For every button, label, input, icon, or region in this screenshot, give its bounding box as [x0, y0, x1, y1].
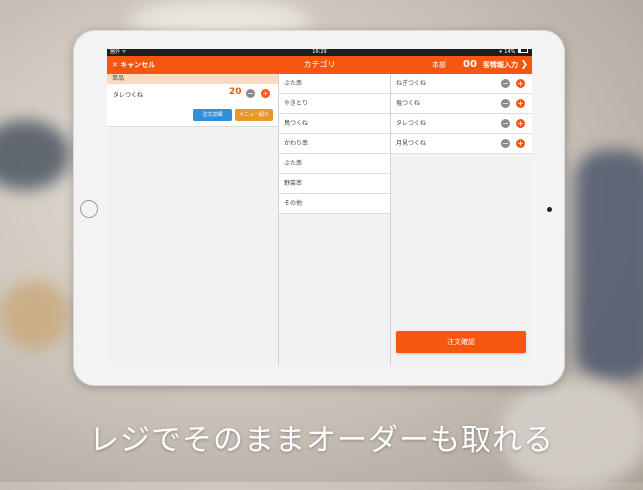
category-item[interactable]: ぶた串 — [279, 154, 390, 174]
close-icon: ✕ — [112, 61, 118, 69]
order-panel: 単品 タレつくね 20 − + 注文詳細 メニュー紹介 — [107, 74, 279, 366]
guest-info-label: 客情報入力 — [483, 61, 519, 69]
cancel-button[interactable]: ✕ キャンセル — [112, 56, 155, 74]
battery-icon — [518, 49, 528, 53]
order-detail-button[interactable]: 注文詳細 — [193, 109, 232, 121]
minus-circle-icon[interactable]: − — [501, 99, 510, 108]
battery-label: ∗ 14% — [498, 49, 516, 55]
background-blur — [0, 120, 70, 190]
menu-detail-button[interactable]: メニュー紹介 — [235, 109, 273, 121]
minus-circle-icon[interactable]: − — [246, 89, 255, 98]
main-content: 単品 タレつくね 20 − + 注文詳細 メニュー紹介 ぶた串 やきとり 鳥つく… — [107, 74, 532, 366]
category-list: ぶた串 やきとり 鳥つくね かわり串 ぶた串 野菜串 その他 — [279, 74, 391, 366]
battery-status: ∗ 14% — [498, 49, 528, 56]
tablet-device: 圏外 ᯤ 16:29 ∗ 14% ✕ キャンセル カテゴリ 本部 00 客情報入… — [73, 30, 565, 386]
status-bar: 圏外 ᯤ 16:29 ∗ 14% — [107, 49, 532, 56]
order-confirm-button[interactable]: 注文確認 — [396, 331, 526, 353]
minus-circle-icon[interactable]: − — [501, 139, 510, 148]
menu-item[interactable]: 塩つくね − + — [391, 94, 532, 114]
order-section-header: 単品 — [107, 74, 278, 84]
nav-bar: ✕ キャンセル カテゴリ 本部 00 客情報入力 ❯ — [107, 56, 532, 74]
minus-circle-icon[interactable]: − — [501, 79, 510, 88]
menu-item[interactable]: タレつくね − + — [391, 114, 532, 134]
home-button[interactable] — [80, 200, 98, 218]
plus-circle-icon[interactable]: + — [261, 89, 270, 98]
category-item[interactable]: やきとり — [279, 94, 390, 114]
order-quantity: 20 — [229, 87, 242, 97]
menu-item-label: タレつくね — [396, 120, 427, 127]
plus-circle-icon[interactable]: + — [516, 99, 525, 108]
app-screen: 圏外 ᯤ 16:29 ∗ 14% ✕ キャンセル カテゴリ 本部 00 客情報入… — [107, 49, 532, 366]
background-blur — [575, 150, 643, 380]
plus-circle-icon[interactable]: + — [516, 139, 525, 148]
store-label: 本部 — [432, 61, 446, 69]
plus-circle-icon[interactable]: + — [516, 79, 525, 88]
menu-item[interactable]: 月見つくね − + — [391, 134, 532, 154]
menu-item-label: 塩つくね — [396, 100, 421, 107]
order-number: 00 — [463, 59, 477, 70]
background-blur — [0, 280, 70, 350]
promo-caption: レジでそのままオーダーも取れる — [89, 423, 554, 458]
category-item[interactable]: その他 — [279, 194, 390, 214]
cancel-label: キャンセル — [120, 61, 156, 69]
minus-circle-icon[interactable]: − — [501, 119, 510, 128]
camera-icon — [547, 207, 552, 212]
menu-item-label: 月見つくね — [396, 140, 427, 147]
order-item-name: タレつくね — [113, 92, 144, 99]
category-item[interactable]: ぶた串 — [279, 74, 390, 94]
plus-circle-icon[interactable]: + — [516, 119, 525, 128]
order-line: タレつくね 20 − + 注文詳細 メニュー紹介 — [107, 84, 278, 127]
category-item[interactable]: かわり串 — [279, 134, 390, 154]
menu-item-label: ねぎつくね — [396, 80, 427, 87]
category-item[interactable]: 野菜串 — [279, 174, 390, 194]
category-item[interactable]: 鳥つくね — [279, 114, 390, 134]
guest-info-button[interactable]: 客情報入力 ❯ — [483, 56, 528, 74]
status-time: 16:29 — [312, 49, 327, 55]
menu-item[interactable]: ねぎつくね − + — [391, 74, 532, 94]
menu-list: ねぎつくね − + 塩つくね − + タレつくね − + 月見つくね − + 注… — [391, 74, 532, 366]
chevron-right-icon: ❯ — [520, 60, 528, 70]
